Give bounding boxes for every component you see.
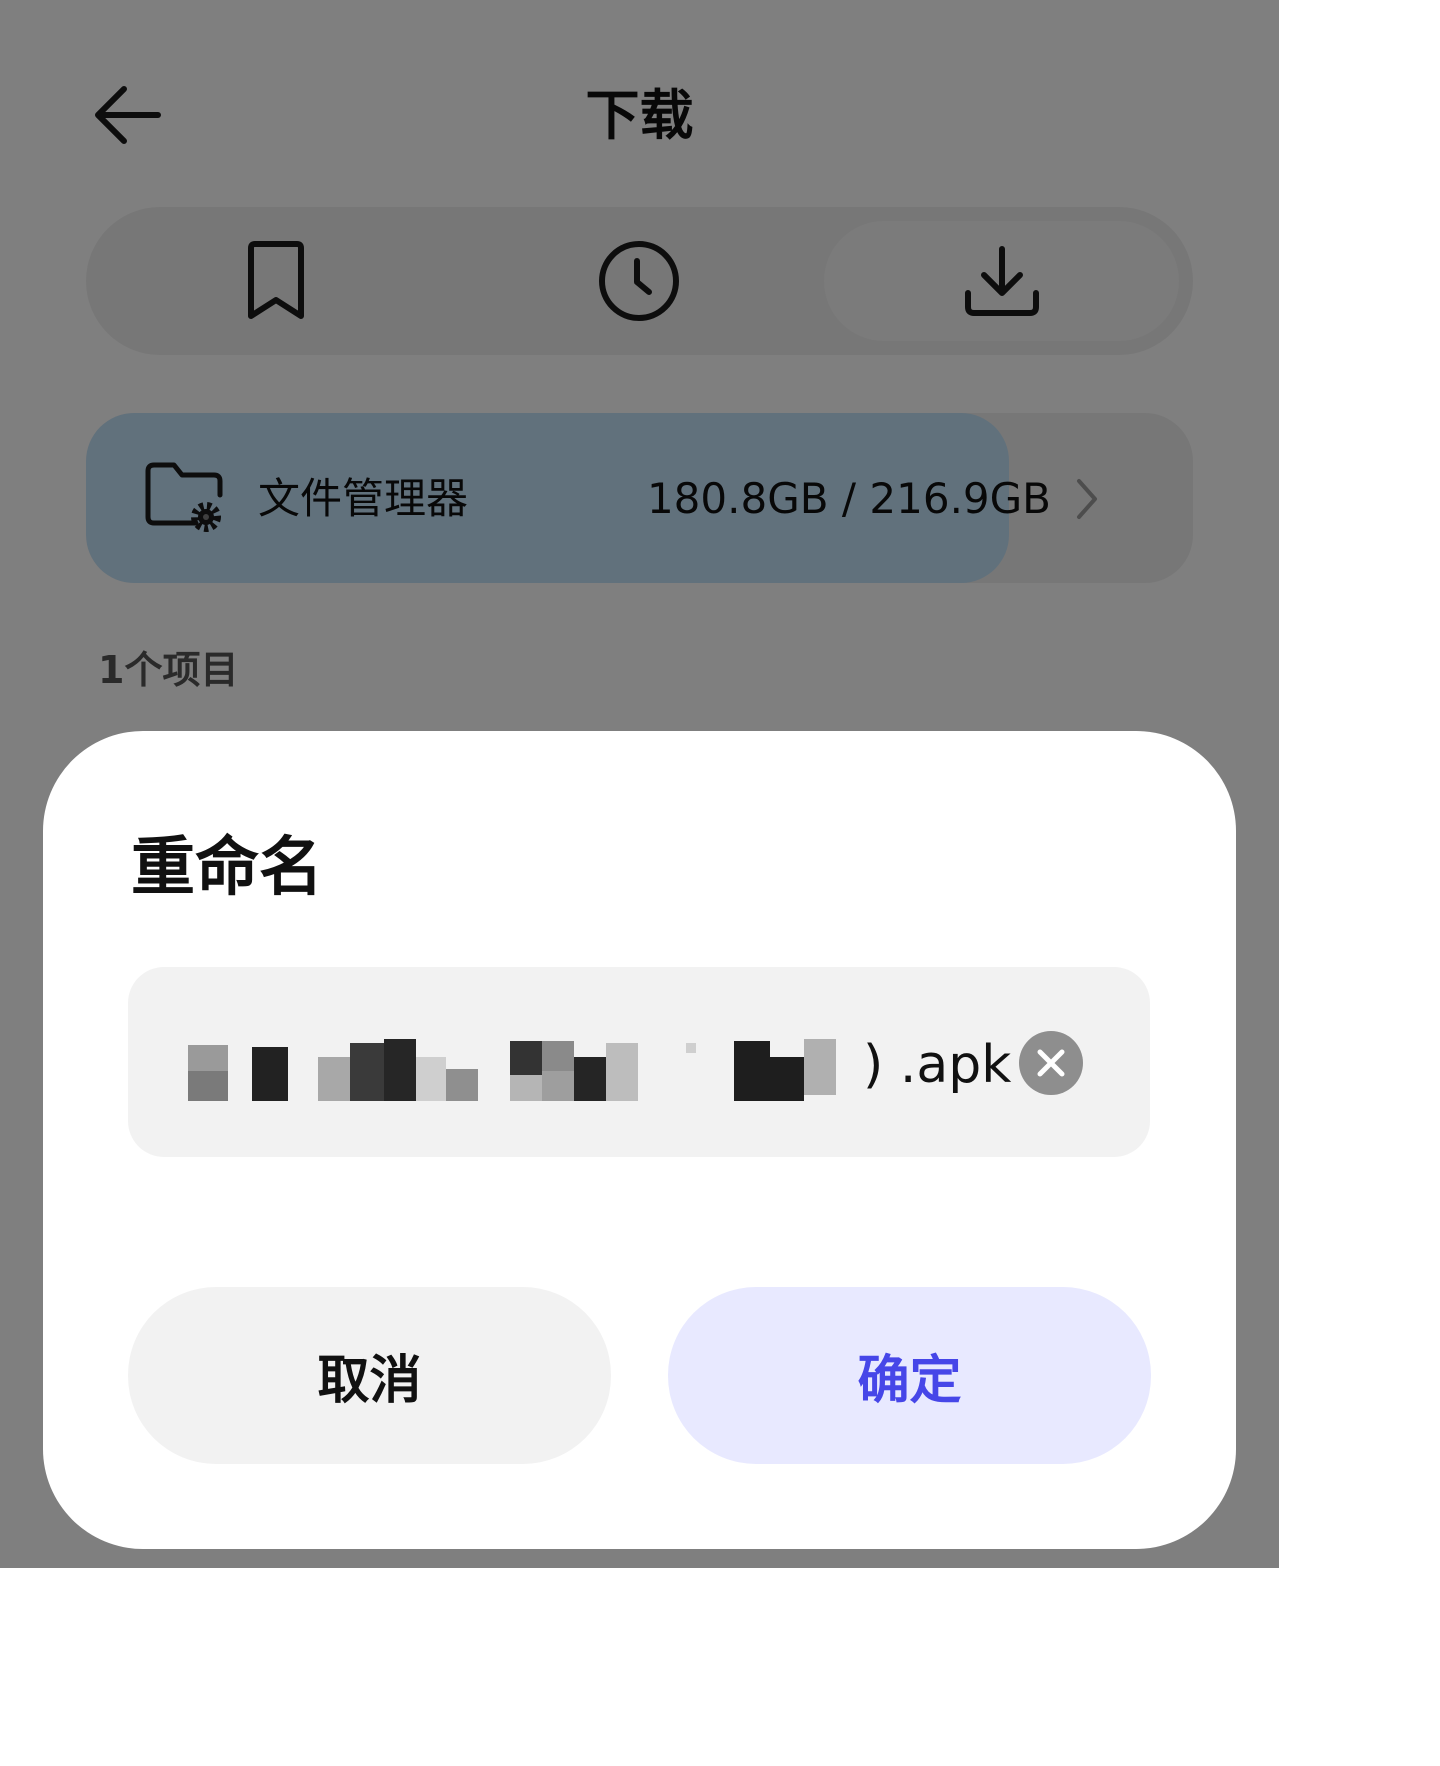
downloads-page: 下载 文件管理器 180.8GB / 21 [0,0,1279,1568]
rename-dialog: 重命名 ) .apk 取消 确定 [43,731,1236,1549]
cancel-button[interactable]: 取消 [128,1287,611,1464]
dialog-title: 重命名 [131,831,323,905]
clear-icon [1037,1049,1065,1077]
filename-extension: ) .apk [863,1035,1012,1095]
clear-button[interactable] [1019,1031,1083,1095]
redacted-filename [188,1039,836,1101]
confirm-button[interactable]: 确定 [668,1287,1151,1464]
filename-input[interactable]: ) .apk [128,967,1150,1157]
